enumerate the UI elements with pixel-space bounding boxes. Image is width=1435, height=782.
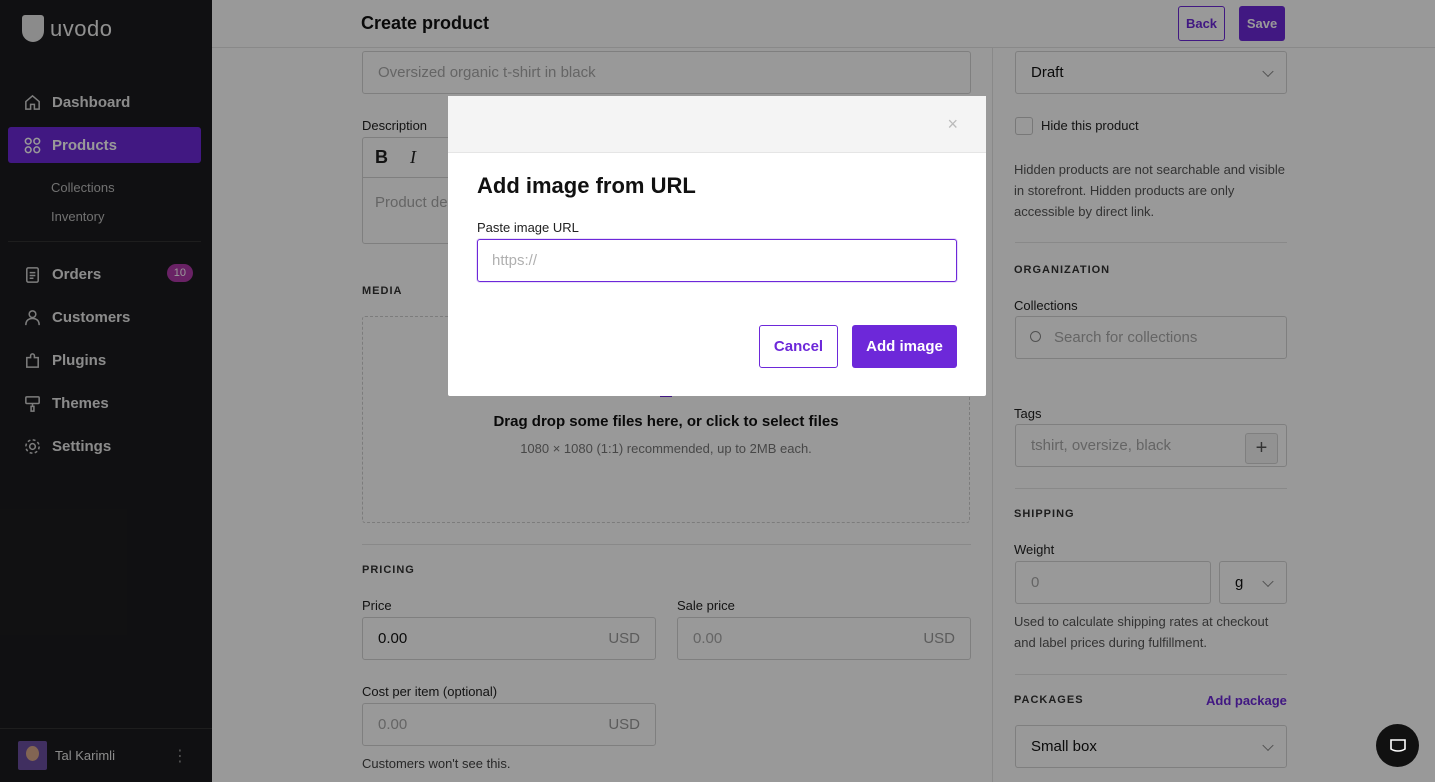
image-url-input[interactable] (477, 239, 957, 282)
chat-support-button[interactable] (1376, 724, 1419, 767)
close-icon[interactable]: × (947, 114, 958, 135)
add-image-button[interactable]: Add image (852, 325, 957, 368)
image-url-label: Paste image URL (477, 220, 579, 235)
add-image-modal: × Add image from URL Paste image URL Can… (448, 96, 986, 396)
modal-title: Add image from URL (477, 173, 696, 198)
cancel-button[interactable]: Cancel (759, 325, 838, 368)
modal-header: × (448, 96, 986, 153)
chat-icon (1389, 738, 1406, 752)
